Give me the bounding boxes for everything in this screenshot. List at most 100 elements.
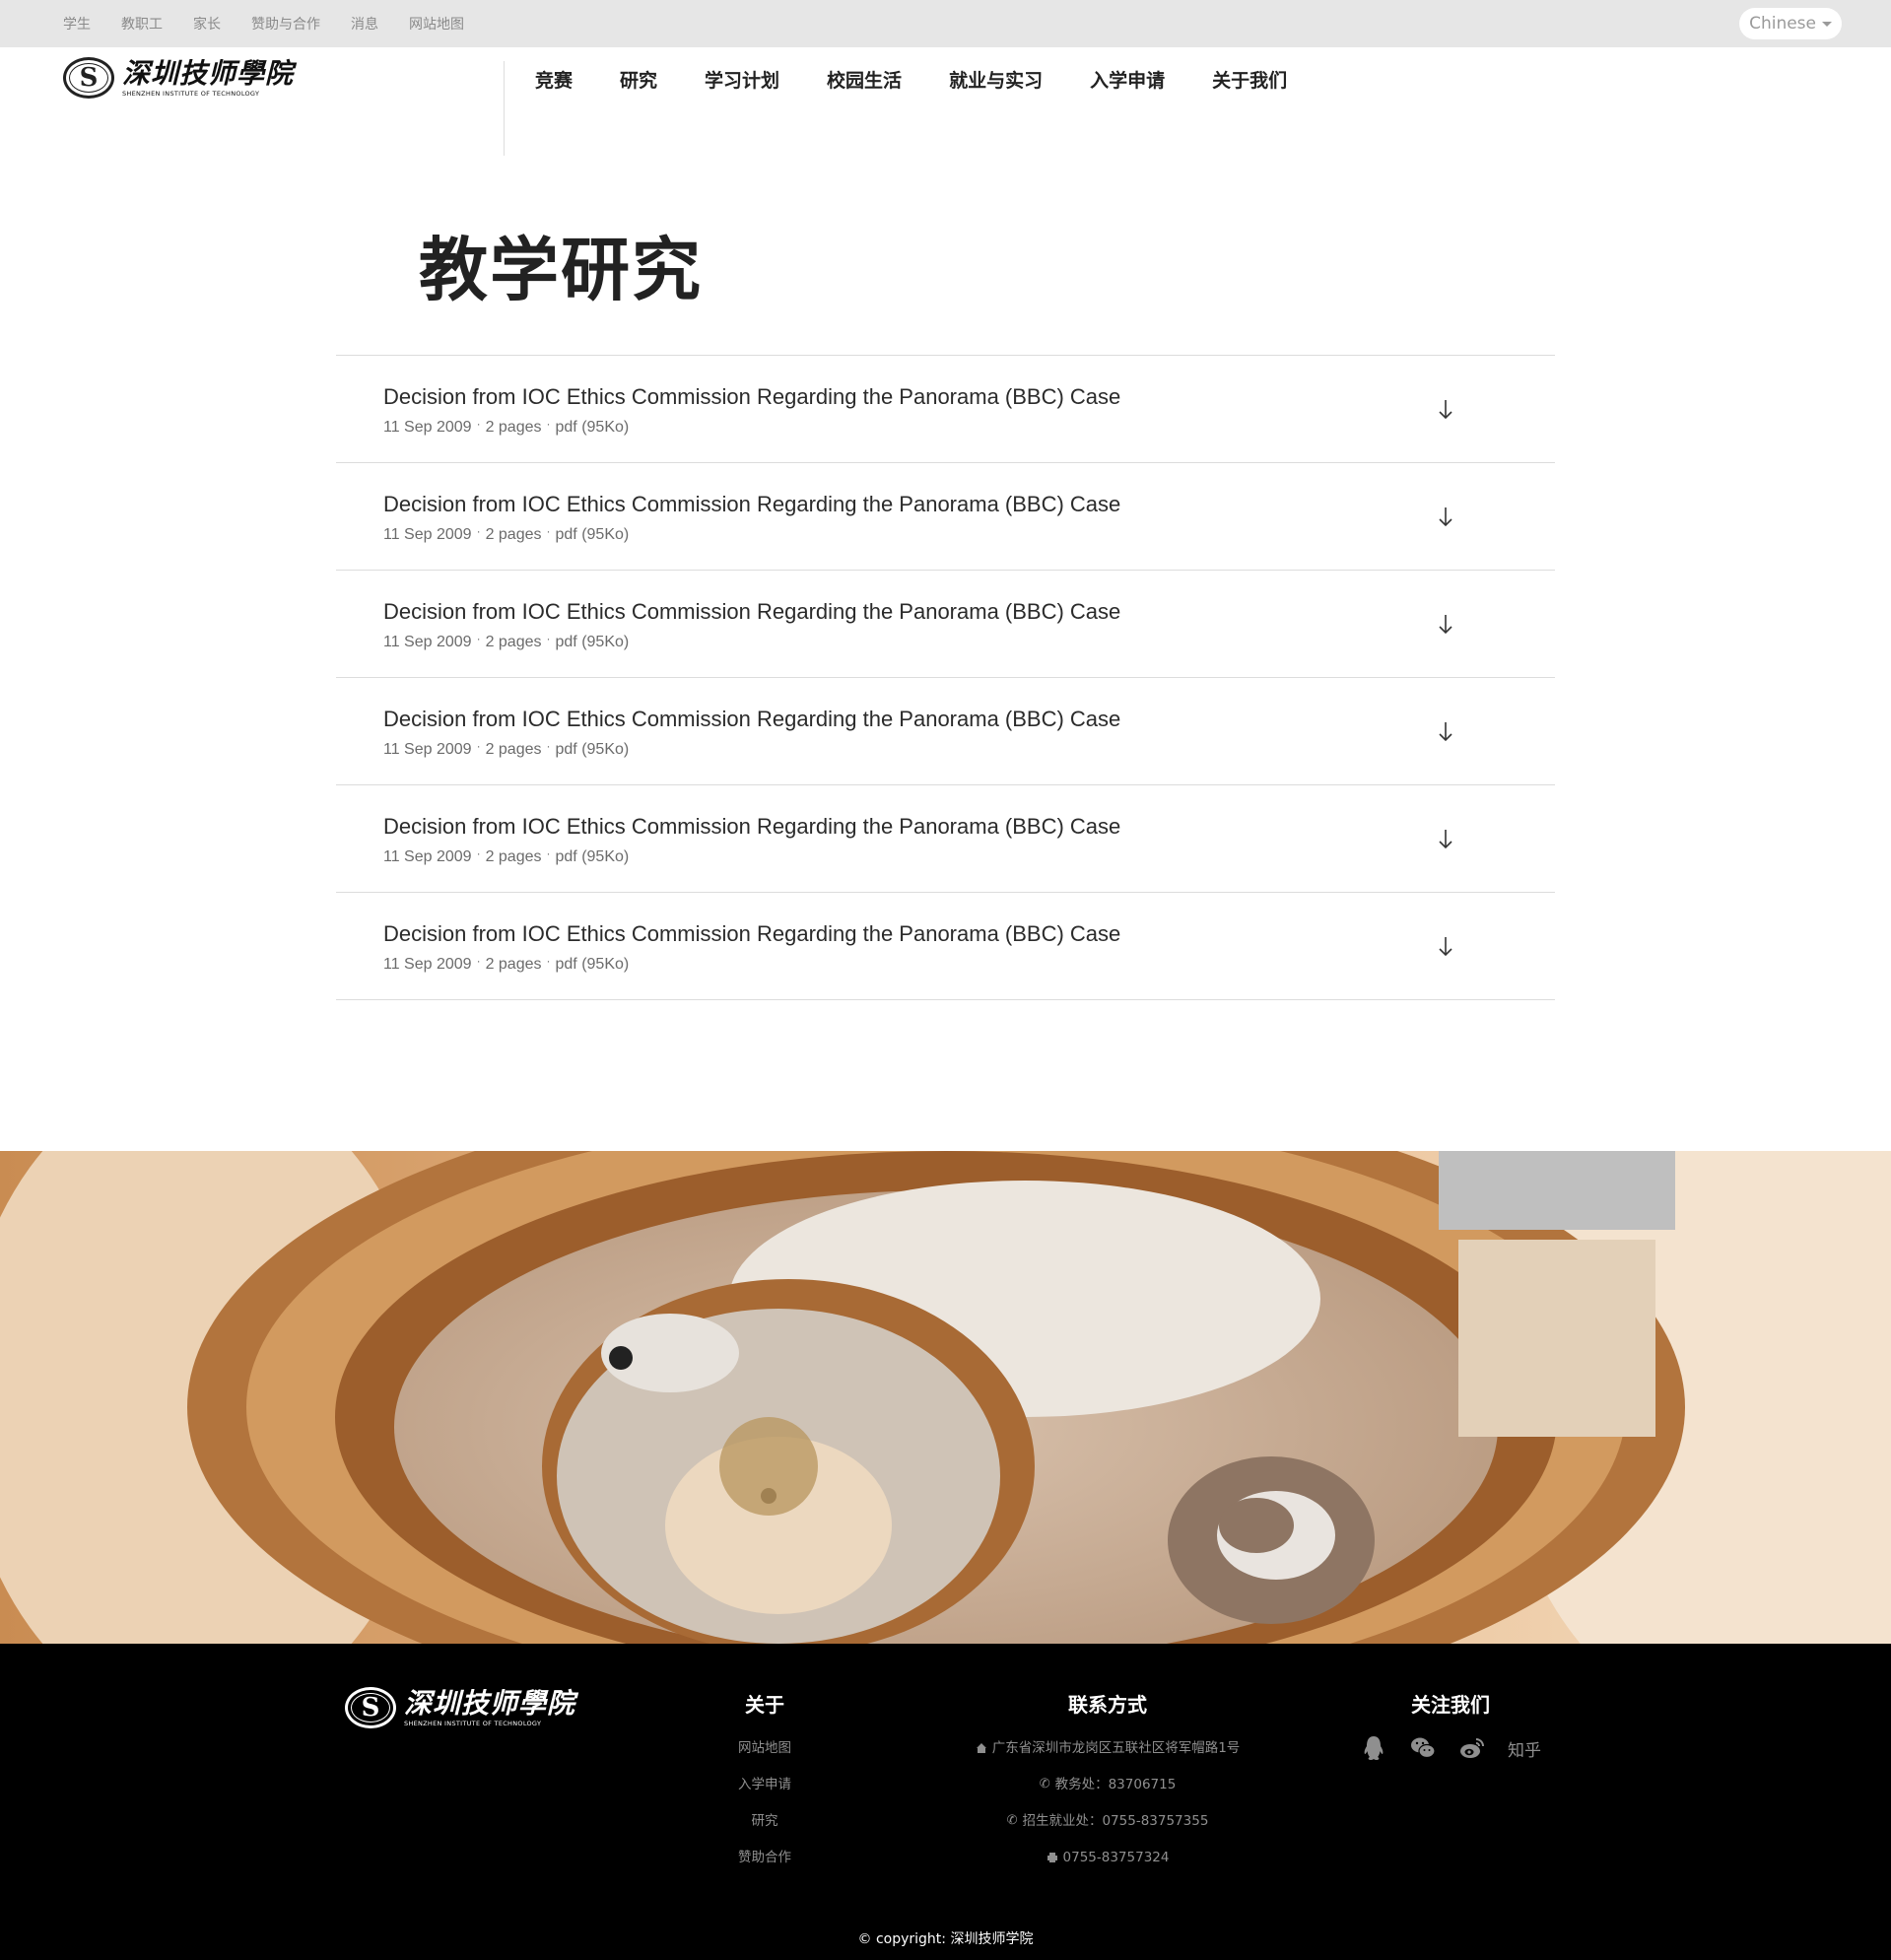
footer-about-column: 关于 网站地图 入学申请 研究 赞助合作 (706, 1691, 824, 1884)
meta-separator: · (476, 632, 481, 645)
document-row[interactable]: Decision from IOC Ethics Commission Rega… (336, 571, 1555, 678)
meta-separator: · (546, 417, 551, 431)
meta-separator: · (476, 846, 481, 860)
download-arrow-icon[interactable] (1436, 824, 1455, 853)
footer-link-sitemap[interactable]: 网站地图 (738, 1738, 791, 1758)
page-title: 教学研究 (419, 230, 703, 310)
document-pages: 2 pages (485, 741, 542, 758)
logo-en-text: SHENZHEN INSTITUTE OF TECHNOLOGY (122, 89, 260, 98)
site-logo[interactable]: S 深圳技师學院 SHENZHEN INSTITUTE OF TECHNOLOG… (63, 57, 294, 99)
document-format: pdf (95Ko) (555, 956, 630, 973)
document-date: 11 Sep 2009 (383, 634, 472, 650)
utility-nav: 学生 教职工 家长 赞助与合作 消息 网站地图 (63, 0, 464, 47)
footer-contact-column: 联系方式 广东省深圳市龙岗区五联社区将军帽路1号 ✆ 教务处：83706715 … (911, 1691, 1305, 1884)
document-date: 11 Sep 2009 (383, 526, 472, 543)
download-arrow-icon[interactable] (1436, 931, 1455, 961)
document-format: pdf (95Ko) (555, 848, 630, 865)
meta-separator: · (546, 846, 551, 860)
nav-item-competitions[interactable]: 竞赛 (535, 67, 573, 95)
footer-contact-heading: 联系方式 (1068, 1693, 1147, 1717)
document-title[interactable]: Decision from IOC Ethics Commission Rega… (383, 814, 1120, 840)
document-format: pdf (95Ko) (555, 741, 630, 758)
language-dropdown[interactable]: Chinese (1739, 8, 1842, 39)
copyright-text: © copyright: 深圳技师学院 (857, 1931, 1034, 1947)
document-meta: 11 Sep 2009 · 2 pages · pdf (95Ko) (383, 739, 630, 759)
document-pages: 2 pages (485, 956, 542, 973)
footer-link-admissions[interactable]: 入学申请 (738, 1775, 791, 1794)
download-arrow-icon[interactable] (1436, 394, 1455, 424)
meta-separator: · (546, 954, 551, 968)
utility-link-news[interactable]: 消息 (351, 14, 378, 34)
nav-item-careers[interactable]: 就业与实习 (949, 67, 1043, 95)
meta-separator: · (546, 632, 551, 645)
footer-follow-heading: 关注我们 (1411, 1693, 1490, 1717)
document-format: pdf (95Ko) (555, 634, 630, 650)
footer-link-research[interactable]: 研究 (752, 1811, 778, 1831)
zhihu-link[interactable]: 知乎 (1508, 1736, 1541, 1761)
document-date: 11 Sep 2009 (383, 419, 472, 436)
meta-separator: · (546, 739, 551, 753)
footer-link-sponsorship[interactable]: 赞助合作 (738, 1848, 791, 1867)
document-format: pdf (95Ko) (555, 526, 630, 543)
chevron-down-icon (1822, 21, 1832, 27)
logo-cn-text: 深圳技师學院 (122, 56, 295, 90)
document-format: pdf (95Ko) (555, 419, 630, 436)
document-meta: 11 Sep 2009 · 2 pages · pdf (95Ko) (383, 417, 630, 437)
document-date: 11 Sep 2009 (383, 956, 472, 973)
home-icon (976, 1743, 986, 1753)
nav-item-about[interactable]: 关于我们 (1212, 67, 1287, 95)
wechat-icon[interactable] (1409, 1734, 1437, 1762)
document-meta: 11 Sep 2009 · 2 pages · pdf (95Ko) (383, 632, 630, 651)
document-meta: 11 Sep 2009 · 2 pages · pdf (95Ko) (383, 954, 630, 974)
utility-link-sitemap[interactable]: 网站地图 (409, 14, 464, 34)
qq-icon[interactable] (1360, 1734, 1387, 1762)
nav-item-research[interactable]: 研究 (620, 67, 657, 95)
document-title[interactable]: Decision from IOC Ethics Commission Rega… (383, 599, 1120, 625)
document-title[interactable]: Decision from IOC Ethics Commission Rega… (383, 492, 1120, 517)
utility-link-parents[interactable]: 家长 (193, 14, 221, 34)
weibo-icon[interactable] (1458, 1734, 1486, 1762)
document-row[interactable]: Decision from IOC Ethics Commission Rega… (336, 785, 1555, 893)
language-selected: Chinese (1749, 14, 1816, 34)
download-arrow-icon[interactable] (1436, 502, 1455, 531)
hero-image (0, 1151, 1891, 1644)
footer: S 深圳技师學院 SHENZHEN INSTITUTE OF TECHNOLOG… (0, 1644, 1891, 1960)
document-date: 11 Sep 2009 (383, 741, 472, 758)
footer-follow-column: 关注我们 知乎 (1352, 1691, 1549, 1762)
download-arrow-icon[interactable] (1436, 609, 1455, 639)
download-arrow-icon[interactable] (1436, 716, 1455, 746)
document-list: Decision from IOC Ethics Commission Rega… (336, 355, 1555, 1000)
footer-logo[interactable]: S 深圳技师學院 SHENZHEN INSTITUTE OF TECHNOLOG… (345, 1687, 575, 1728)
document-pages: 2 pages (485, 526, 542, 543)
document-title[interactable]: Decision from IOC Ethics Commission Rega… (383, 384, 1120, 410)
nav-item-programs[interactable]: 学习计划 (705, 67, 779, 95)
document-title[interactable]: Decision from IOC Ethics Commission Rega… (383, 921, 1120, 947)
document-row[interactable]: Decision from IOC Ethics Commission Rega… (336, 893, 1555, 1000)
meta-separator: · (476, 954, 481, 968)
document-title[interactable]: Decision from IOC Ethics Commission Rega… (383, 707, 1120, 732)
logo-en-text: SHENZHEN INSTITUTE OF TECHNOLOGY (404, 1719, 542, 1727)
document-row[interactable]: Decision from IOC Ethics Commission Rega… (336, 356, 1555, 463)
meta-separator: · (476, 739, 481, 753)
footer-phone-admissions[interactable]: ✆ 招生就业处：0755-83757355 (1007, 1811, 1209, 1831)
document-row[interactable]: Decision from IOC Ethics Commission Rega… (336, 678, 1555, 785)
meta-separator: · (476, 524, 481, 538)
nav-item-campus-life[interactable]: 校园生活 (827, 67, 902, 95)
document-meta: 11 Sep 2009 · 2 pages · pdf (95Ko) (383, 524, 630, 544)
document-row[interactable]: Decision from IOC Ethics Commission Rega… (336, 463, 1555, 571)
social-links: 知乎 (1360, 1734, 1541, 1762)
footer-phone-academic[interactable]: ✆ 教务处：83706715 (1040, 1775, 1177, 1794)
logo-cn-text: 深圳技师學院 (404, 1686, 576, 1720)
nav-item-admissions[interactable]: 入学申请 (1090, 67, 1165, 95)
utility-link-staff[interactable]: 教职工 (121, 14, 163, 34)
document-meta: 11 Sep 2009 · 2 pages · pdf (95Ko) (383, 846, 630, 866)
utility-link-students[interactable]: 学生 (63, 14, 91, 34)
logo-seal-icon: S (63, 57, 114, 99)
footer-fax: 0755-83757324 (1047, 1848, 1169, 1867)
header-divider (504, 61, 505, 156)
phone-icon: ✆ (1039, 1777, 1050, 1791)
footer-address: 广东省深圳市龙岗区五联社区将军帽路1号 (976, 1738, 1240, 1758)
utility-bar: 学生 教职工 家长 赞助与合作 消息 网站地图 Chinese (0, 0, 1891, 47)
utility-link-sponsorship[interactable]: 赞助与合作 (251, 14, 320, 34)
logo-seal-icon: S (345, 1687, 396, 1728)
